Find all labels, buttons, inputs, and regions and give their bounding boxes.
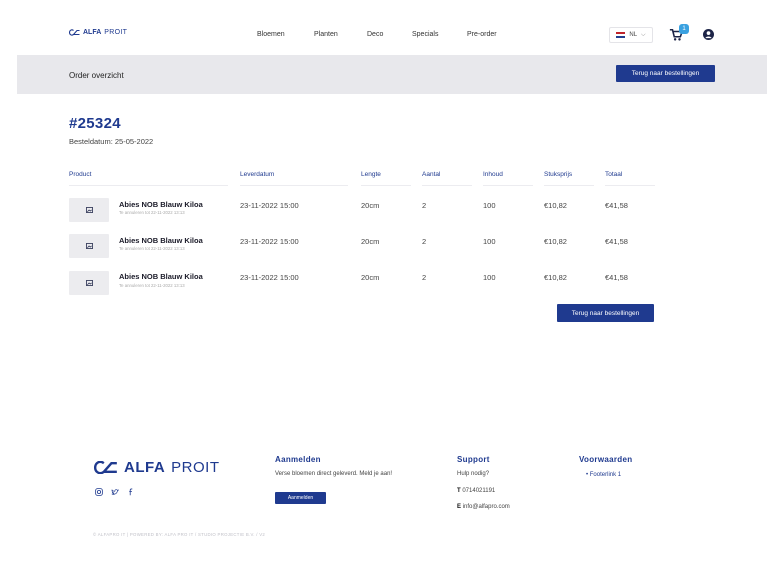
total-price: €41,58 (605, 237, 628, 246)
support-phone[interactable]: T 0714021191 (457, 488, 495, 494)
phone-label: T (457, 488, 461, 494)
product-cancel-deadline: Te annuleren tot 22-11-2022 13:13 (119, 246, 185, 251)
back-to-orders-button[interactable]: Terug naar bestellingen (557, 304, 654, 322)
signup-button[interactable]: Aanmelden (275, 492, 326, 504)
header-divider (544, 185, 594, 186)
column-header-aantal: Aantal (422, 171, 441, 178)
order-overview-bar: Order overzicht Terug naar bestellingen (17, 55, 767, 94)
header-divider (422, 185, 472, 186)
alfa-logo-icon (94, 461, 117, 474)
quantity: 2 (422, 201, 427, 210)
content: 100 (483, 273, 496, 282)
image-placeholder-icon (85, 207, 93, 213)
column-header-stuksprijs: Stuksprijs (544, 171, 573, 178)
order-date: Besteldatum: 25-05-2022 (69, 137, 154, 146)
delivery-date: 23-11-2022 15:00 (240, 237, 299, 246)
unit-price: €10,82 (544, 273, 567, 282)
top-navigation: ALFA PROIT Bloemen Planten Deco Specials … (17, 0, 767, 55)
unit-price: €10,82 (544, 201, 567, 210)
page-title: Order overzicht (69, 71, 124, 80)
content: 100 (483, 201, 496, 210)
footer-logo[interactable]: ALFA PROIT (94, 459, 220, 476)
footer-heading-voorwaarden: Voorwaarden (579, 455, 633, 464)
signup-text: Verse bloemen direct geleverd. Meld je a… (275, 471, 393, 477)
product-thumbnail (69, 271, 109, 295)
content: 100 (483, 237, 496, 246)
product-name[interactable]: Abies NOB Blauw Kiloa (119, 200, 203, 209)
header-divider (240, 185, 348, 186)
product-cancel-deadline: Te annuleren tot 22-11-2022 13:13 (119, 210, 185, 215)
total-price: €41,58 (605, 273, 628, 282)
length: 20cm (361, 201, 380, 210)
cart-count-badge: 1 (679, 24, 689, 34)
language-value: NL (629, 32, 638, 38)
nav-link-pre-order[interactable]: Pre-order (467, 31, 497, 38)
header-divider (483, 185, 533, 186)
image-placeholder-icon (85, 280, 93, 286)
column-header-totaal: Totaal (605, 171, 623, 178)
social-links (95, 488, 135, 496)
unit-price: €10,82 (544, 237, 567, 246)
logo-alfa-text: ALFA (83, 29, 102, 36)
image-placeholder-icon (85, 243, 93, 249)
column-header-product: Product (69, 171, 92, 178)
email-label: E (457, 504, 462, 510)
product-thumbnail (69, 198, 109, 222)
nav-link-planten[interactable]: Planten (314, 31, 338, 38)
footer-heading-support: Support (457, 455, 490, 464)
back-to-orders-button[interactable]: Terug naar bestellingen (616, 65, 715, 82)
quantity: 2 (422, 237, 427, 246)
phone-number: 0714021191 (462, 488, 496, 494)
footer-link-1[interactable]: • Footerlink 1 (586, 472, 621, 478)
length: 20cm (361, 273, 380, 282)
product-name[interactable]: Abies NOB Blauw Kiloa (119, 272, 203, 281)
product-cancel-deadline: Te annuleren tot 22-11-2022 13:13 (119, 283, 185, 288)
delivery-date: 23-11-2022 15:00 (240, 273, 299, 282)
header-logo[interactable]: ALFA PROIT (69, 29, 127, 36)
header-divider (69, 185, 228, 186)
order-number: #25324 (69, 115, 121, 132)
facebook-icon[interactable] (127, 488, 135, 496)
total-price: €41,58 (605, 201, 628, 210)
nav-link-deco[interactable]: Deco (367, 31, 383, 38)
product-name[interactable]: Abies NOB Blauw Kiloa (119, 236, 203, 245)
length: 20cm (361, 237, 380, 246)
product-thumbnail (69, 234, 109, 258)
user-icon[interactable] (703, 29, 714, 40)
column-header-inhoud: Inhoud (483, 171, 503, 178)
support-help-text: Hulp nodig? (457, 471, 490, 477)
chevron-down-icon: ⌵ (641, 31, 646, 38)
twitter-icon[interactable] (111, 488, 119, 496)
logo-proit-text: PROIT (171, 459, 220, 476)
header-divider (361, 185, 411, 186)
column-header-leverdatum: Leverdatum (240, 171, 275, 178)
quantity: 2 (422, 273, 427, 282)
column-header-lengte: Lengte (361, 171, 381, 178)
email-address: info@alfapro.com (462, 504, 510, 510)
logo-proit-text: PROIT (104, 29, 128, 36)
copyright-text: © ALFAPRO IT | POWERED BY: ALFA PRO IT /… (93, 532, 266, 537)
page: ALFA PROIT Bloemen Planten Deco Specials … (17, 0, 767, 575)
nav-link-bloemen[interactable]: Bloemen (257, 31, 285, 38)
logo-alfa-text: ALFA (124, 459, 166, 476)
nav-link-specials[interactable]: Specials (412, 31, 438, 38)
delivery-date: 23-11-2022 15:00 (240, 201, 299, 210)
footer-heading-aanmelden: Aanmelden (275, 455, 321, 464)
alfa-logo-icon (69, 29, 80, 36)
support-email[interactable]: E info@alfapro.com (457, 504, 510, 510)
language-select[interactable]: NL ⌵ (609, 27, 653, 43)
header-divider (605, 185, 655, 186)
flag-nl-icon (616, 32, 626, 38)
instagram-icon[interactable] (95, 488, 103, 496)
